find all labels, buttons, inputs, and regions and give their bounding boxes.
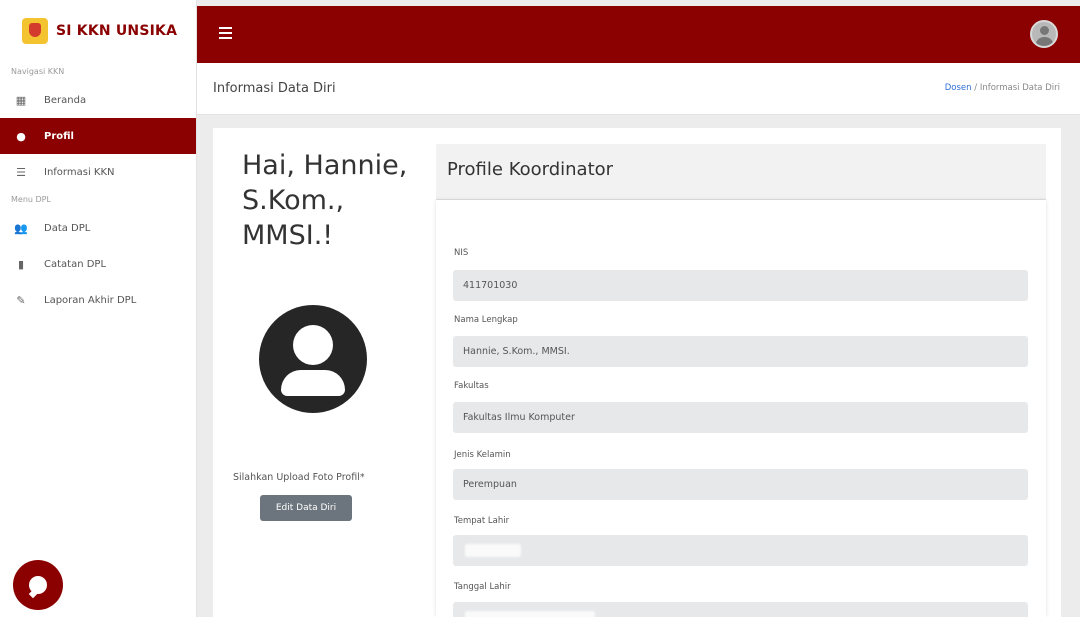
field-label-jenis-kelamin: Jenis Kelamin	[454, 450, 511, 460]
brand-name: SI KKN UNSIKA	[56, 23, 178, 39]
file-icon: ▮	[17, 257, 25, 271]
sidebar-item-catatan-dpl[interactable]: ▮ Catatan DPL	[0, 246, 196, 282]
dashboard-icon: ▦	[15, 93, 27, 107]
sidebar-item-laporan-akhir-dpl[interactable]: ✎ Laporan Akhir DPL	[0, 282, 196, 318]
profile-card: Hai, Hannie, S.Kom., MMSI.! Silahkan Upl…	[213, 128, 1061, 617]
profile-photo-placeholder-icon	[259, 305, 367, 413]
sidebar-item-label: Beranda	[44, 94, 87, 106]
breadcrumb: Dosen / Informasi Data Diri	[945, 83, 1060, 93]
tempat-lahir-field[interactable]	[453, 535, 1028, 566]
sidebar-item-label: Informasi KKN	[44, 166, 115, 178]
field-label-nis: NIS	[454, 248, 469, 258]
sidebar: SI KKN UNSIKA Navigasi KKN ▦ Beranda ● P…	[0, 0, 197, 617]
sidebar-item-label: Laporan Akhir DPL	[44, 294, 137, 306]
edit-data-button[interactable]: Edit Data Diri	[260, 495, 352, 521]
table-icon: ☰	[16, 165, 26, 179]
field-label-tempat-lahir: Tempat Lahir	[454, 516, 510, 526]
breadcrumb-separator: /	[974, 83, 978, 93]
user-icon: ●	[16, 129, 26, 143]
sidebar-item-label: Profil	[44, 130, 74, 142]
upload-note: Silahkan Upload Foto Profil*	[233, 472, 365, 483]
nis-field[interactable]	[453, 270, 1028, 301]
menu-section-heading: Menu DPL	[11, 195, 51, 204]
breadcrumb-current: Informasi Data Diri	[979, 83, 1060, 93]
page-header: Informasi Data Diri Dosen / Informasi Da…	[197, 63, 1080, 115]
tanggal-lahir-field[interactable]	[453, 602, 1028, 617]
chat-widget-button[interactable]	[13, 560, 63, 610]
profile-card-header: Profile Koordinator	[436, 144, 1046, 200]
breadcrumb-link-dosen[interactable]: Dosen	[945, 83, 972, 93]
field-label-nama: Nama Lengkap	[454, 315, 518, 325]
redacted-value	[465, 611, 595, 617]
fakultas-field[interactable]	[453, 402, 1028, 433]
sidebar-item-informasi-kkn[interactable]: ☰ Informasi KKN	[0, 154, 196, 190]
profile-form: NIS Nama Lengkap Fakultas Jenis Kelamin …	[436, 200, 1046, 617]
redacted-value	[465, 544, 521, 557]
edit-icon: ✎	[16, 293, 26, 307]
hamburger-menu-icon[interactable]	[219, 27, 232, 39]
users-icon: 👥	[14, 221, 28, 235]
sidebar-item-data-dpl[interactable]: 👥 Data DPL	[0, 210, 196, 246]
jenis-kelamin-field[interactable]	[453, 469, 1028, 500]
chat-bubble-icon	[29, 576, 47, 594]
profile-card-title: Profile Koordinator	[447, 159, 614, 180]
sidebar-item-profil[interactable]: ● Profil	[0, 118, 196, 154]
user-avatar[interactable]	[1030, 20, 1058, 48]
field-label-tanggal-lahir: Tanggal Lahir	[454, 582, 511, 592]
nav-section-heading: Navigasi KKN	[11, 67, 65, 76]
nama-lengkap-field[interactable]	[453, 336, 1028, 367]
brand[interactable]: SI KKN UNSIKA	[0, 0, 196, 62]
sidebar-item-label: Data DPL	[44, 222, 91, 234]
unsika-logo-icon	[22, 18, 48, 44]
sidebar-item-label: Catatan DPL	[44, 258, 107, 270]
sidebar-item-beranda[interactable]: ▦ Beranda	[0, 82, 196, 118]
topbar	[197, 6, 1080, 63]
field-label-fakultas: Fakultas	[454, 381, 489, 391]
page-title: Informasi Data Diri	[213, 81, 336, 96]
greeting-heading: Hai, Hannie, S.Kom., MMSI.!	[242, 150, 408, 251]
